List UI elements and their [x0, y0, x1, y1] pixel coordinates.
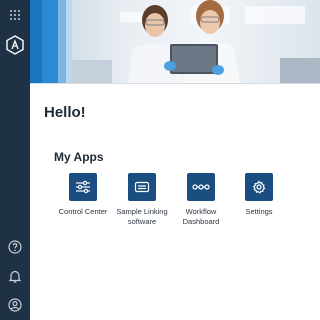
- app-tile-label: Workflow Dashboard: [182, 207, 220, 226]
- my-apps-heading: My Apps: [54, 150, 104, 164]
- user-account-button[interactable]: [0, 294, 30, 316]
- app-tile-label: Settings: [245, 207, 273, 216]
- home-logo-button[interactable]: [0, 33, 30, 57]
- app-tile-control-center[interactable]: Control Center: [52, 173, 114, 217]
- app-tile-label: Sample Linking software: [116, 207, 168, 226]
- app-tiles: Control Center Sample Linking software W…: [52, 173, 312, 233]
- apps-grid-icon: [10, 10, 20, 20]
- hero-banner-image: [30, 0, 320, 83]
- main-content-card: Hello! My Apps Control Center Sample Lin…: [30, 83, 320, 320]
- sliders-icon: [76, 180, 90, 194]
- user-account-icon: [8, 298, 22, 312]
- apps-grid-button[interactable]: [0, 4, 30, 26]
- app-tile-icon-box: [69, 173, 97, 201]
- sample-card-icon: [134, 181, 150, 193]
- app-tile-settings[interactable]: Settings: [228, 173, 290, 217]
- app-tile-label: Control Center: [58, 207, 108, 216]
- notifications-button[interactable]: [0, 265, 30, 287]
- app-tile-workflow-dashboard[interactable]: Workflow Dashboard: [170, 173, 232, 227]
- app-tile-icon-box: [187, 173, 215, 201]
- gear-icon: [252, 180, 266, 194]
- scientists-illustration: [128, 0, 240, 83]
- hero-blue-stripe: [30, 0, 42, 83]
- help-icon: [8, 240, 22, 254]
- app-tile-icon-box: [245, 173, 273, 201]
- brand-logo-icon: [6, 35, 24, 55]
- greeting-heading: Hello!: [44, 104, 86, 121]
- notifications-icon: [8, 270, 22, 283]
- workflow-icon: [192, 184, 210, 190]
- app-tile-icon-box: [128, 173, 156, 201]
- help-button[interactable]: [0, 236, 30, 258]
- side-navigation-rail: [0, 0, 30, 320]
- app-tile-sample-linking[interactable]: Sample Linking software: [111, 173, 173, 227]
